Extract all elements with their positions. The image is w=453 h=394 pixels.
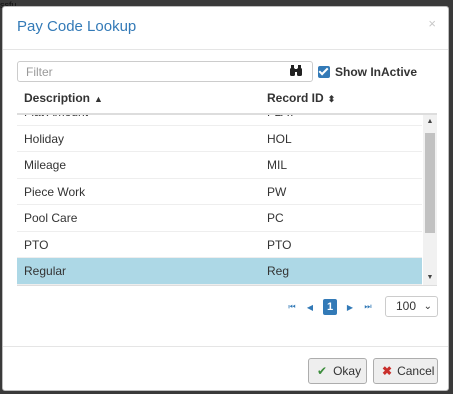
table-row[interactable]: Flat Amount FLAT: [17, 115, 422, 126]
table-body: Flat Amount FLAT Holiday HOL Mileage MIL…: [17, 115, 437, 286]
current-page-number[interactable]: 1: [323, 299, 337, 315]
column-header-description[interactable]: Description ▲: [24, 91, 103, 105]
cell-description: Piece Work: [24, 184, 86, 199]
page-size-value: 100: [396, 299, 417, 313]
table-row[interactable]: PTO PTO: [17, 232, 422, 258]
show-inactive-toggle[interactable]: Show InActive: [318, 65, 417, 79]
filter-input[interactable]: [18, 62, 289, 81]
cell-record-id: FLAT: [267, 115, 295, 126]
sort-both-icon: ⬍: [327, 94, 336, 104]
scroll-up-icon[interactable]: ▲: [423, 115, 437, 129]
cell-description: Holiday: [24, 131, 65, 146]
table-row[interactable]: Pool Care PC: [17, 205, 422, 232]
table-row[interactable]: Holiday HOL: [17, 126, 422, 152]
cell-description: Pool Care: [24, 211, 78, 225]
cell-record-id: MIL: [267, 158, 288, 172]
table-row-selected[interactable]: Regular Reg: [17, 258, 422, 285]
table-row[interactable]: Mileage MIL: [17, 152, 422, 179]
previous-page-icon[interactable]: ◀: [301, 303, 319, 312]
okay-button-label: Okay: [333, 364, 362, 378]
page-size-select[interactable]: 100 ⌄: [385, 296, 438, 317]
binoculars-icon[interactable]: [289, 65, 303, 77]
show-inactive-label: Show InActive: [335, 65, 418, 79]
dialog-header: Pay Code Lookup ×: [3, 7, 448, 50]
cell-description: Regular: [24, 264, 67, 278]
column-header-record-id-label: Record ID: [267, 91, 324, 105]
scrollbar-thumb[interactable]: [425, 133, 435, 233]
filter-field: [17, 61, 313, 82]
close-icon: ✖: [382, 364, 393, 378]
cell-record-id: PC: [267, 211, 284, 225]
show-inactive-checkbox[interactable]: [318, 66, 330, 78]
cell-record-id: PTO: [267, 237, 292, 252]
dialog-title: Pay Code Lookup: [17, 18, 137, 35]
cell-record-id: Reg: [267, 264, 290, 278]
pay-code-lookup-dialog: Pay Code Lookup × Show InActive Descript…: [2, 6, 449, 391]
cancel-button-label: Cancel: [397, 364, 435, 378]
column-header-description-label: Description: [24, 91, 91, 105]
cell-record-id: HOL: [267, 131, 292, 146]
check-icon: ✔: [317, 364, 328, 378]
chevron-down-icon: ⌄: [423, 301, 432, 312]
scroll-down-icon[interactable]: ▼: [423, 271, 437, 285]
cell-description: Mileage: [24, 158, 67, 172]
dialog-footer: ✔ Okay ✖ Cancel: [3, 346, 448, 392]
table-row[interactable]: Piece Work PW: [17, 179, 422, 205]
first-page-icon[interactable]: ⏮: [283, 302, 301, 312]
table-scrollbar[interactable]: ▲ ▼: [423, 115, 437, 285]
cell-record-id: PW: [267, 184, 287, 199]
close-icon[interactable]: ×: [428, 16, 436, 31]
table-header: Description ▲ Record ID ⬍: [17, 85, 437, 115]
okay-button[interactable]: ✔ Okay: [308, 358, 367, 384]
sort-ascending-icon: ▲: [94, 94, 103, 104]
pager: ⏮ ◀ 1 ▶ ⏭: [283, 297, 377, 317]
column-header-record-id[interactable]: Record ID ⬍: [267, 91, 335, 105]
next-page-icon[interactable]: ▶: [341, 303, 359, 312]
cell-description: PTO: [24, 237, 49, 252]
last-page-icon[interactable]: ⏭: [359, 302, 377, 312]
cancel-button[interactable]: ✖ Cancel: [373, 358, 438, 384]
cell-description: Flat Amount: [24, 115, 88, 126]
